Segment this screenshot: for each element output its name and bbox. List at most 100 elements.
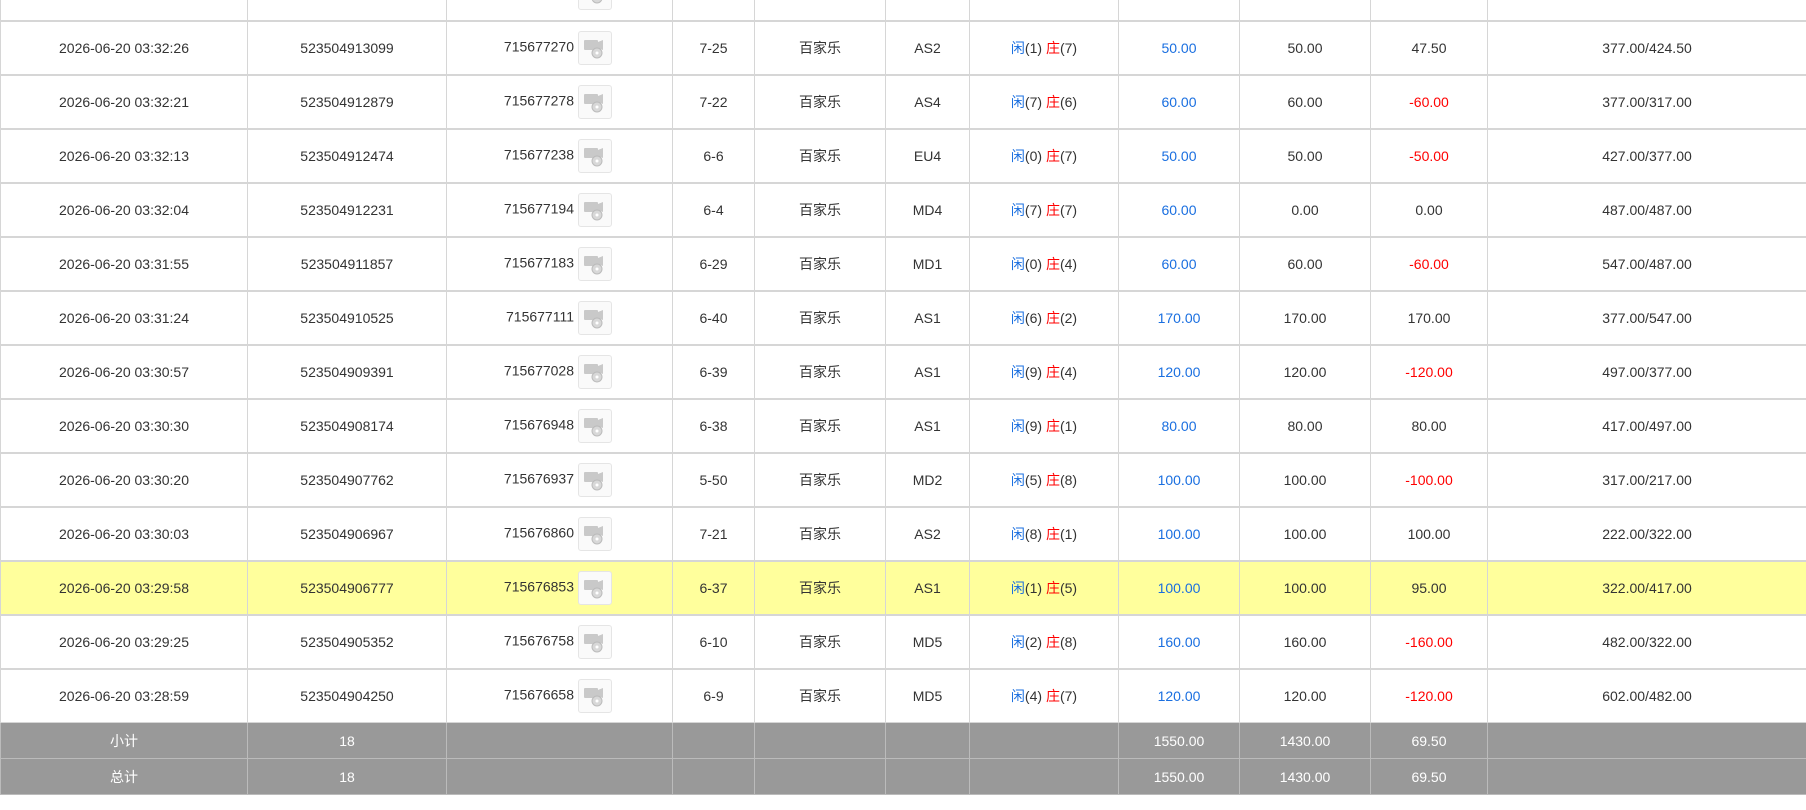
table-code: AS1 bbox=[885, 560, 970, 616]
bet-amount: 60.00 bbox=[1118, 74, 1240, 130]
banker-score: 7 bbox=[1064, 40, 1073, 56]
summary-bet: 1550.00 bbox=[1118, 722, 1240, 759]
table-code: AS4 bbox=[885, 74, 970, 130]
banker-score: 7 bbox=[1064, 202, 1073, 218]
table-code: AS2 bbox=[885, 506, 970, 562]
video-replay-icon[interactable] bbox=[578, 301, 612, 335]
player-score: 9 bbox=[1029, 418, 1038, 434]
game-name: 百家乐 bbox=[754, 74, 886, 130]
bet-amount: 50.00 bbox=[1118, 20, 1240, 76]
game-name: 百家乐 bbox=[754, 506, 886, 562]
shoe-number: 6-6 bbox=[672, 128, 755, 184]
table-row: 2026-06-20 03:30:30 523504908174 715676948… bbox=[0, 398, 1806, 454]
valid-bet: 50.00 bbox=[1239, 128, 1371, 184]
banker-score: 4 bbox=[1064, 256, 1073, 272]
table-row: 2026-06-20 03:32:26 523504913099 715677270… bbox=[0, 20, 1806, 76]
table-row: 2026-06-20 03:32:13 523504912474 715677238… bbox=[0, 128, 1806, 184]
win-loss: -160.00 bbox=[1370, 614, 1488, 670]
video-replay-icon[interactable] bbox=[578, 355, 612, 389]
table-row: 2026-06-20 03:30:57 523504909391 715677028… bbox=[0, 344, 1806, 400]
bet-records-table: 2026-06-20 03:32:26 523504913099 715677270… bbox=[0, 0, 1806, 795]
bet-amount: 50.00 bbox=[1118, 128, 1240, 184]
bet-number: 523504906967 bbox=[247, 506, 447, 562]
bet-time: 2026-06-20 03:29:25 bbox=[0, 614, 248, 670]
player-score: 8 bbox=[1029, 526, 1038, 542]
bet-amount: 60.00 bbox=[1118, 236, 1240, 292]
shoe-number: 7-25 bbox=[672, 20, 755, 76]
game-result: 闲(7) 庄(6) bbox=[969, 74, 1119, 130]
banker-label: 庄 bbox=[1045, 580, 1060, 596]
valid-bet: 100.00 bbox=[1239, 452, 1371, 508]
valid-bet: 170.00 bbox=[1239, 290, 1371, 346]
game-result: 闲(9) 庄(4) bbox=[969, 344, 1119, 400]
game-name: 百家乐 bbox=[754, 236, 886, 292]
round-number-cell: 715677111 bbox=[446, 290, 673, 346]
shoe-number: 6-37 bbox=[672, 560, 755, 616]
player-score: 0 bbox=[1029, 148, 1038, 164]
game-result: 闲(5) 庄(8) bbox=[969, 452, 1119, 508]
round-number: 715676937 bbox=[503, 470, 574, 487]
player-score: 0 bbox=[1029, 256, 1038, 272]
video-replay-icon[interactable] bbox=[578, 193, 612, 227]
round-number: 715676860 bbox=[503, 524, 574, 541]
bet-number: 523504905352 bbox=[247, 614, 447, 670]
banker-label: 庄 bbox=[1045, 148, 1060, 164]
summary-winloss: 69.50 bbox=[1370, 758, 1488, 795]
table-row: 2026-06-20 03:31:24 523504910525 715677111… bbox=[0, 290, 1806, 346]
summary-valid: 1430.00 bbox=[1239, 758, 1371, 795]
game-result: 闲(0) 庄(7) bbox=[969, 128, 1119, 184]
shoe-number: 6-29 bbox=[672, 236, 755, 292]
banker-score: 1 bbox=[1064, 526, 1073, 542]
shoe-number: 6-4 bbox=[672, 182, 755, 238]
round-number: 715677194 bbox=[503, 200, 574, 217]
video-replay-icon[interactable] bbox=[578, 517, 612, 551]
balance-change: 482.00/322.00 bbox=[1487, 614, 1806, 670]
table-code: MD4 bbox=[885, 182, 970, 238]
win-loss: 80.00 bbox=[1370, 398, 1488, 454]
player-score: 4 bbox=[1029, 688, 1038, 704]
game-name: 百家乐 bbox=[754, 398, 886, 454]
game-result: 闲(1) 庄(5) bbox=[969, 560, 1119, 616]
summary-count: 18 bbox=[247, 722, 447, 759]
video-replay-icon[interactable] bbox=[578, 85, 612, 119]
banker-label: 庄 bbox=[1045, 94, 1060, 110]
valid-bet: 120.00 bbox=[1239, 668, 1371, 723]
table-row: 2026-06-20 03:32:04 523504912231 715677194… bbox=[0, 182, 1806, 238]
game-name: 百家乐 bbox=[754, 290, 886, 346]
round-number: 715676758 bbox=[503, 632, 574, 649]
round-number: 715677111 bbox=[506, 308, 574, 325]
video-replay-icon[interactable] bbox=[578, 139, 612, 173]
summary-valid: 1430.00 bbox=[1239, 722, 1371, 759]
table-row bbox=[0, 0, 1806, 22]
round-number-cell: 715677183 bbox=[446, 236, 673, 292]
bet-records-page: 2026-06-20 03:32:26 523504913099 715677270… bbox=[0, 0, 1806, 810]
video-replay-icon[interactable] bbox=[578, 679, 612, 713]
game-result: 闲(2) 庄(8) bbox=[969, 614, 1119, 670]
video-replay-icon[interactable] bbox=[578, 247, 612, 281]
banker-score: 7 bbox=[1064, 148, 1073, 164]
valid-bet: 120.00 bbox=[1239, 344, 1371, 400]
game-result: 闲(6) 庄(2) bbox=[969, 290, 1119, 346]
video-replay-icon[interactable] bbox=[578, 31, 612, 65]
table-code: AS1 bbox=[885, 398, 970, 454]
video-replay-icon[interactable] bbox=[578, 0, 612, 10]
round-number-cell: 715676853 bbox=[446, 560, 673, 616]
balance-change: 377.00/317.00 bbox=[1487, 74, 1806, 130]
game-result: 闲(9) 庄(1) bbox=[969, 398, 1119, 454]
bet-amount: 160.00 bbox=[1118, 614, 1240, 670]
video-replay-icon[interactable] bbox=[578, 409, 612, 443]
video-replay-icon[interactable] bbox=[578, 625, 612, 659]
video-replay-icon[interactable] bbox=[578, 463, 612, 497]
balance-change: 317.00/217.00 bbox=[1487, 452, 1806, 508]
player-label: 闲 bbox=[1010, 148, 1025, 164]
banker-label: 庄 bbox=[1045, 634, 1060, 650]
table-row: 2026-06-20 03:32:21 523504912879 715677278… bbox=[0, 74, 1806, 130]
bet-time: 2026-06-20 03:32:13 bbox=[0, 128, 248, 184]
win-loss: 100.00 bbox=[1370, 506, 1488, 562]
summary-count: 18 bbox=[247, 758, 447, 795]
video-replay-icon[interactable] bbox=[578, 571, 612, 605]
bet-time: 2026-06-20 03:32:04 bbox=[0, 182, 248, 238]
balance-change: 222.00/322.00 bbox=[1487, 506, 1806, 562]
total-row: 总计 18 1550.00 1430.00 69.50 bbox=[0, 758, 1806, 795]
bet-time: 2026-06-20 03:32:26 bbox=[0, 20, 248, 76]
